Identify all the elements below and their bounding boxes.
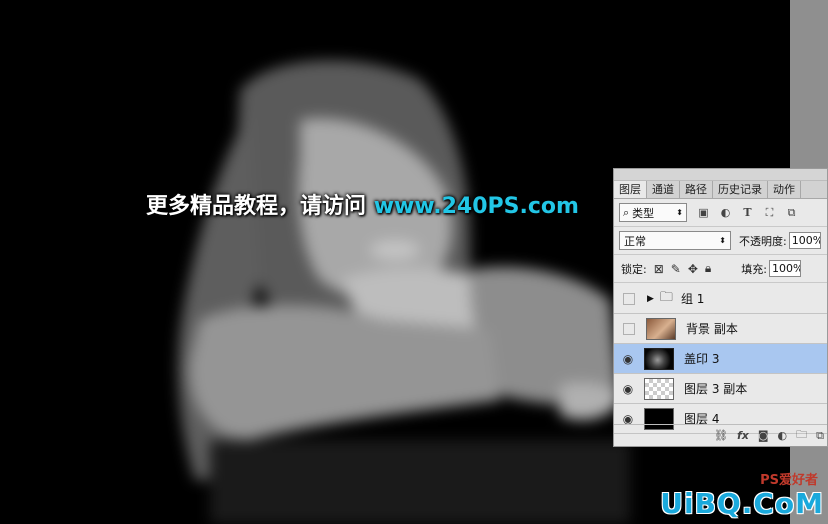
smart-object-filter-icon[interactable]: ⧉ xyxy=(786,207,797,218)
layer-thumbnail xyxy=(644,377,674,400)
adjustment-icon[interactable]: ◐ xyxy=(778,429,788,442)
layer-name: 背景 副本 xyxy=(686,322,738,336)
blend-mode-value: 正常 xyxy=(624,234,646,248)
tab-history[interactable]: 历史记录 xyxy=(713,181,768,198)
fill-input[interactable]: 100% xyxy=(769,260,802,277)
new-layer-icon[interactable]: ⧉ xyxy=(816,429,824,443)
filter-kind-label: 类型 xyxy=(632,206,655,220)
lock-transparent-icon[interactable]: ⊠ xyxy=(654,262,664,276)
tab-layers[interactable]: 图层 xyxy=(614,181,647,198)
fill-label: 填充: xyxy=(741,262,768,276)
fx-icon[interactable]: fx xyxy=(737,429,749,442)
folder-icon: 🗀 xyxy=(659,289,673,305)
shape-filter-icon[interactable]: ⛶ xyxy=(764,207,775,218)
lock-label: 锁定: xyxy=(621,262,647,276)
lock-all-icon[interactable]: 🔒︎ xyxy=(705,261,711,276)
search-icon: ⌕ xyxy=(623,205,630,219)
panel-titlebar[interactable] xyxy=(614,169,827,181)
layer-row[interactable]: ◉ 图层 3 副本 xyxy=(614,374,827,404)
layer-name: 盖印 3 xyxy=(684,352,720,366)
promo-url: www.240PS.com xyxy=(373,194,579,219)
lock-paint-icon[interactable]: ✎ xyxy=(671,262,681,276)
visibility-toggle-off[interactable] xyxy=(623,322,635,335)
panel-tabs: 图层 通道 路径 历史记录 动作 xyxy=(614,181,827,199)
layer-row[interactable]: ▶ 🗀 组 1 xyxy=(614,284,827,314)
lock-row: 锁定: ⊠ ✎ ✥ 🔒︎ 填充: 100% xyxy=(614,255,827,283)
mask-icon[interactable]: ◙ xyxy=(758,429,769,442)
adjustment-filter-icon[interactable]: ◐ xyxy=(720,207,731,218)
promo-text: 更多精品教程，请访问 www.240PS.com xyxy=(146,188,579,220)
tab-paths[interactable]: 路径 xyxy=(680,181,713,198)
promo-text-main: 更多精品教程，请访问 xyxy=(146,194,367,219)
eye-icon[interactable]: ◉ xyxy=(620,352,636,366)
tab-channels[interactable]: 通道 xyxy=(647,181,680,198)
filter-kind-select[interactable]: ⌕ 类型 ⬍ xyxy=(619,203,687,222)
filter-row: ⌕ 类型 ⬍ ▣ ◐ T ⛶ ⧉ xyxy=(614,199,827,227)
watermark: PS爱好者 UiBQ.CoM xyxy=(660,473,824,520)
eye-icon[interactable]: ◉ xyxy=(620,382,636,396)
watermark-sub: PS爱好者 xyxy=(760,473,818,488)
tab-actions[interactable]: 动作 xyxy=(768,181,801,198)
layers-panel: 图层 通道 路径 历史记录 动作 ⌕ 类型 ⬍ ▣ ◐ T ⛶ ⧉ 正常 ⬍ 不… xyxy=(613,168,828,447)
layer-row-selected[interactable]: ◉ 盖印 3 xyxy=(614,344,827,374)
watermark-main: UiBQ.CoM xyxy=(660,487,824,520)
folder-icon[interactable]: 🗀 xyxy=(796,426,807,445)
blend-mode-select[interactable]: 正常 ⬍ xyxy=(619,231,731,250)
blend-row: 正常 ⬍ 不透明度: 100% xyxy=(614,227,827,255)
layer-row[interactable]: 背景 副本 xyxy=(614,314,827,344)
layer-name: 图层 3 副本 xyxy=(684,382,748,396)
link-icon[interactable]: ⛓ xyxy=(714,429,728,442)
panel-footer: ⛓ fx ◙ ◐ 🗀 ⧉ xyxy=(614,424,827,446)
type-filter-icon[interactable]: T xyxy=(742,207,753,218)
disclosure-triangle-icon[interactable]: ▶ xyxy=(647,294,654,304)
lock-position-icon[interactable]: ✥ xyxy=(688,262,698,276)
pixel-filter-icon[interactable]: ▣ xyxy=(698,207,709,218)
visibility-toggle-off[interactable] xyxy=(623,292,635,305)
layer-thumbnail xyxy=(644,347,674,370)
stepper-arrows-icon: ⬍ xyxy=(719,236,726,245)
opacity-input[interactable]: 100% xyxy=(788,232,821,249)
layer-thumbnail xyxy=(646,317,676,340)
layer-list: ▶ 🗀 组 1 背景 副本 ◉ 盖印 3 ◉ 图层 3 副本 ◉ 图层 4 xyxy=(614,284,827,434)
stepper-arrows-icon: ⬍ xyxy=(676,208,683,217)
layer-name: 组 1 xyxy=(680,292,705,306)
opacity-label: 不透明度: xyxy=(739,234,787,248)
